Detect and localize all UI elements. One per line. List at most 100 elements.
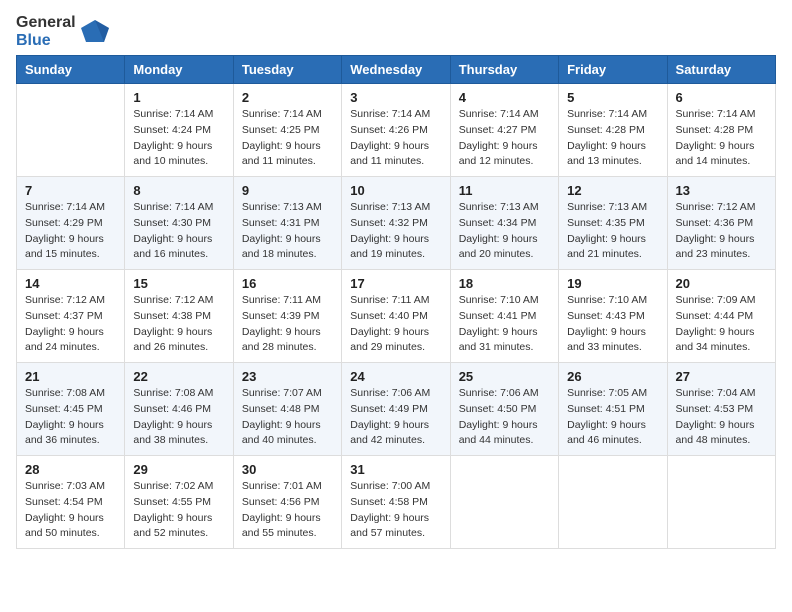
day-number: 20 <box>676 276 767 291</box>
header: General Blue <box>16 10 776 49</box>
logo-general-text: General <box>16 14 76 32</box>
day-number: 1 <box>133 90 224 105</box>
cell-content: Sunrise: 7:05 AM Sunset: 4:51 PM Dayligh… <box>567 386 658 449</box>
calendar-table: SundayMondayTuesdayWednesdayThursdayFrid… <box>16 55 776 549</box>
calendar-cell: 21Sunrise: 7:08 AM Sunset: 4:45 PM Dayli… <box>17 363 125 456</box>
logo-icon <box>80 18 110 46</box>
cell-content: Sunrise: 7:13 AM Sunset: 4:34 PM Dayligh… <box>459 200 550 263</box>
week-row-1: 1 Sunrise: 7:14 AM Sunset: 4:24 PM Daylig… <box>17 84 776 177</box>
calendar-cell: 20Sunrise: 7:09 AM Sunset: 4:44 PM Dayli… <box>667 270 775 363</box>
day-number: 24 <box>350 369 441 384</box>
day-number: 14 <box>25 276 116 291</box>
logo: General Blue <box>16 14 110 49</box>
calendar-cell: 18 Sunrise: 7:10 AM Sunset: 4:41 PM Dayli… <box>450 270 558 363</box>
day-number: 16 <box>242 276 333 291</box>
cell-content: Sunrise: 7:04 AM Sunset: 4:53 PM Dayligh… <box>676 386 767 449</box>
cell-content: Sunrise: 7:14 AM Sunset: 4:28 PM Dayligh… <box>676 107 767 170</box>
cell-content: Sunrise: 7:06 AM Sunset: 4:49 PM Dayligh… <box>350 386 441 449</box>
calendar-cell: 7 Sunrise: 7:14 AM Sunset: 4:29 PM Daylig… <box>17 177 125 270</box>
calendar-cell: 26Sunrise: 7:05 AM Sunset: 4:51 PM Dayli… <box>559 363 667 456</box>
cell-content: Sunrise: 7:10 AM Sunset: 4:43 PM Dayligh… <box>567 293 658 356</box>
calendar-cell: 17 Sunrise: 7:11 AM Sunset: 4:40 PM Dayli… <box>342 270 450 363</box>
cell-content: Sunrise: 7:06 AM Sunset: 4:50 PM Dayligh… <box>459 386 550 449</box>
cell-content: Sunrise: 7:12 AM Sunset: 4:37 PM Dayligh… <box>25 293 116 356</box>
day-number: 27 <box>676 369 767 384</box>
day-number: 10 <box>350 183 441 198</box>
cell-content: Sunrise: 7:12 AM Sunset: 4:36 PM Dayligh… <box>676 200 767 263</box>
cell-content: Sunrise: 7:10 AM Sunset: 4:41 PM Dayligh… <box>459 293 550 356</box>
calendar-cell <box>667 456 775 549</box>
day-number: 9 <box>242 183 333 198</box>
cell-content: Sunrise: 7:14 AM Sunset: 4:26 PM Dayligh… <box>350 107 441 170</box>
day-number: 30 <box>242 462 333 477</box>
day-header-saturday: Saturday <box>667 56 775 84</box>
calendar-cell: 10Sunrise: 7:13 AM Sunset: 4:32 PM Dayli… <box>342 177 450 270</box>
week-row-4: 21Sunrise: 7:08 AM Sunset: 4:45 PM Dayli… <box>17 363 776 456</box>
cell-content: Sunrise: 7:03 AM Sunset: 4:54 PM Dayligh… <box>25 479 116 542</box>
logo-wordmark: General Blue <box>16 14 76 49</box>
calendar-cell: 5Sunrise: 7:14 AM Sunset: 4:28 PM Daylig… <box>559 84 667 177</box>
calendar-cell: 4 Sunrise: 7:14 AM Sunset: 4:27 PM Daylig… <box>450 84 558 177</box>
day-header-monday: Monday <box>125 56 233 84</box>
calendar-cell: 1 Sunrise: 7:14 AM Sunset: 4:24 PM Daylig… <box>125 84 233 177</box>
calendar-cell: 2 Sunrise: 7:14 AM Sunset: 4:25 PM Daylig… <box>233 84 341 177</box>
day-header-thursday: Thursday <box>450 56 558 84</box>
cell-content: Sunrise: 7:07 AM Sunset: 4:48 PM Dayligh… <box>242 386 333 449</box>
day-number: 22 <box>133 369 224 384</box>
day-number: 11 <box>459 183 550 198</box>
cell-content: Sunrise: 7:02 AM Sunset: 4:55 PM Dayligh… <box>133 479 224 542</box>
cell-content: Sunrise: 7:11 AM Sunset: 4:39 PM Dayligh… <box>242 293 333 356</box>
calendar-cell: 27 Sunrise: 7:04 AM Sunset: 4:53 PM Dayli… <box>667 363 775 456</box>
cell-content: Sunrise: 7:01 AM Sunset: 4:56 PM Dayligh… <box>242 479 333 542</box>
cell-content: Sunrise: 7:08 AM Sunset: 4:46 PM Dayligh… <box>133 386 224 449</box>
cell-content: Sunrise: 7:13 AM Sunset: 4:31 PM Dayligh… <box>242 200 333 263</box>
day-header-tuesday: Tuesday <box>233 56 341 84</box>
calendar-cell: 14 Sunrise: 7:12 AM Sunset: 4:37 PM Dayli… <box>17 270 125 363</box>
day-number: 13 <box>676 183 767 198</box>
day-number: 4 <box>459 90 550 105</box>
calendar-cell <box>17 84 125 177</box>
cell-content: Sunrise: 7:00 AM Sunset: 4:58 PM Dayligh… <box>350 479 441 542</box>
cell-content: Sunrise: 7:14 AM Sunset: 4:27 PM Dayligh… <box>459 107 550 170</box>
day-number: 18 <box>459 276 550 291</box>
cell-content: Sunrise: 7:14 AM Sunset: 4:30 PM Dayligh… <box>133 200 224 263</box>
calendar-cell: 30 Sunrise: 7:01 AM Sunset: 4:56 PM Dayli… <box>233 456 341 549</box>
cell-content: Sunrise: 7:14 AM Sunset: 4:29 PM Dayligh… <box>25 200 116 263</box>
day-header-sunday: Sunday <box>17 56 125 84</box>
day-number: 15 <box>133 276 224 291</box>
cell-content: Sunrise: 7:12 AM Sunset: 4:38 PM Dayligh… <box>133 293 224 356</box>
calendar-cell: 29 Sunrise: 7:02 AM Sunset: 4:55 PM Dayli… <box>125 456 233 549</box>
day-number: 6 <box>676 90 767 105</box>
calendar-cell <box>559 456 667 549</box>
day-number: 7 <box>25 183 116 198</box>
day-number: 8 <box>133 183 224 198</box>
day-number: 17 <box>350 276 441 291</box>
day-number: 29 <box>133 462 224 477</box>
day-number: 2 <box>242 90 333 105</box>
calendar-cell <box>450 456 558 549</box>
day-number: 23 <box>242 369 333 384</box>
calendar-cell: 31 Sunrise: 7:00 AM Sunset: 4:58 PM Dayli… <box>342 456 450 549</box>
day-number: 28 <box>25 462 116 477</box>
day-header-wednesday: Wednesday <box>342 56 450 84</box>
day-header-friday: Friday <box>559 56 667 84</box>
calendar-cell: 13 Sunrise: 7:12 AM Sunset: 4:36 PM Dayli… <box>667 177 775 270</box>
calendar-cell: 9 Sunrise: 7:13 AM Sunset: 4:31 PM Daylig… <box>233 177 341 270</box>
day-number: 25 <box>459 369 550 384</box>
day-number: 3 <box>350 90 441 105</box>
calendar-cell: 16 Sunrise: 7:11 AM Sunset: 4:39 PM Dayli… <box>233 270 341 363</box>
cell-content: Sunrise: 7:14 AM Sunset: 4:24 PM Dayligh… <box>133 107 224 170</box>
cell-content: Sunrise: 7:14 AM Sunset: 4:25 PM Dayligh… <box>242 107 333 170</box>
cell-content: Sunrise: 7:14 AM Sunset: 4:28 PM Dayligh… <box>567 107 658 170</box>
calendar-cell: 6 Sunrise: 7:14 AM Sunset: 4:28 PM Daylig… <box>667 84 775 177</box>
calendar-cell: 12Sunrise: 7:13 AM Sunset: 4:35 PM Dayli… <box>559 177 667 270</box>
cell-content: Sunrise: 7:11 AM Sunset: 4:40 PM Dayligh… <box>350 293 441 356</box>
cell-content: Sunrise: 7:08 AM Sunset: 4:45 PM Dayligh… <box>25 386 116 449</box>
calendar-cell: 25 Sunrise: 7:06 AM Sunset: 4:50 PM Dayli… <box>450 363 558 456</box>
day-number: 31 <box>350 462 441 477</box>
week-row-2: 7 Sunrise: 7:14 AM Sunset: 4:29 PM Daylig… <box>17 177 776 270</box>
cell-content: Sunrise: 7:13 AM Sunset: 4:35 PM Dayligh… <box>567 200 658 263</box>
calendar-cell: 3 Sunrise: 7:14 AM Sunset: 4:26 PM Daylig… <box>342 84 450 177</box>
calendar-cell: 23 Sunrise: 7:07 AM Sunset: 4:48 PM Dayli… <box>233 363 341 456</box>
calendar-cell: 15 Sunrise: 7:12 AM Sunset: 4:38 PM Dayli… <box>125 270 233 363</box>
